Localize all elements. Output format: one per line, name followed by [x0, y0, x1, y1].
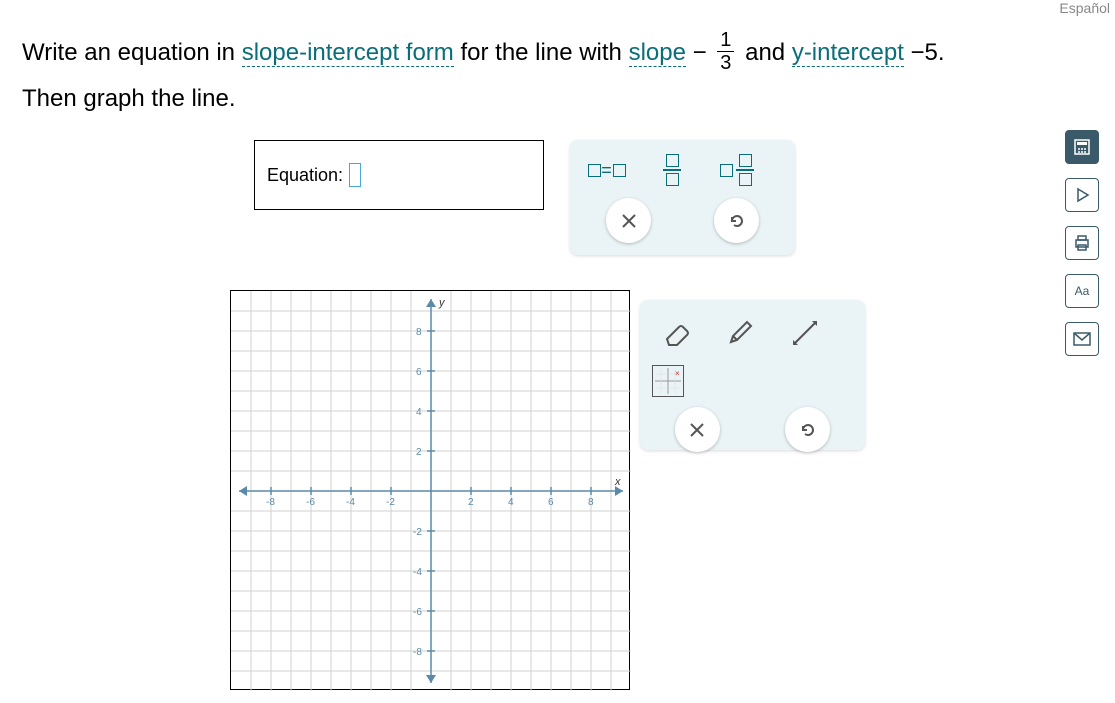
svg-text:4: 4 [508, 497, 514, 508]
graph-undo-button[interactable] [785, 407, 830, 452]
tool-fraction-template[interactable] [647, 150, 697, 190]
graph-toolbox: × [640, 300, 865, 450]
video-button[interactable] [1065, 178, 1099, 212]
pencil-icon [725, 318, 755, 348]
eraser-tool[interactable] [652, 310, 697, 355]
svg-text:-6: -6 [306, 497, 315, 508]
y-axis-label: y [438, 297, 446, 309]
equation-clear-button[interactable] [606, 198, 651, 243]
fraction-denominator: 3 [717, 52, 734, 74]
close-icon [688, 421, 706, 439]
svg-text:-2: -2 [413, 527, 422, 538]
equation-label: Equation: [267, 165, 343, 186]
grid-icon: × [653, 366, 683, 396]
question-text: Write an equation in slope-intercept for… [22, 30, 1055, 122]
q-minus: − [693, 39, 707, 66]
right-toolbar: Aa [1065, 130, 1105, 356]
x-axis-label: x [614, 476, 621, 488]
x-tick: -8 [266, 497, 275, 508]
q-part2: for the line with [460, 39, 628, 66]
calculator-icon [1073, 138, 1091, 156]
tool-equation-template[interactable]: = [582, 150, 632, 190]
calculator-button[interactable] [1065, 130, 1099, 164]
graph-svg: -8 -6 -4 -2 2 4 6 8 8 6 4 2 -2 -4 -6 -8 … [231, 291, 631, 691]
equation-input-box[interactable]: Equation: [254, 140, 544, 210]
term-y-intercept[interactable]: y-intercept [792, 39, 904, 67]
undo-icon [798, 420, 818, 440]
term-slope-intercept[interactable]: slope-intercept form [242, 39, 454, 67]
eraser-icon [659, 319, 691, 347]
close-icon [620, 212, 638, 230]
line-tool[interactable] [782, 310, 827, 355]
svg-text:4: 4 [416, 407, 422, 418]
svg-text:-4: -4 [346, 497, 355, 508]
svg-text:2: 2 [468, 497, 474, 508]
print-icon [1073, 234, 1091, 252]
play-icon [1074, 187, 1090, 203]
svg-text:-2: -2 [386, 497, 395, 508]
equation-undo-button[interactable] [714, 198, 759, 243]
coordinate-graph[interactable]: -8 -6 -4 -2 2 4 6 8 8 6 4 2 -2 -4 -6 -8 … [230, 290, 630, 690]
svg-text:6: 6 [416, 367, 422, 378]
pencil-tool[interactable] [717, 310, 762, 355]
language-label[interactable]: Español [1059, 0, 1110, 16]
print-button[interactable] [1065, 226, 1099, 260]
svg-text:6: 6 [548, 497, 554, 508]
svg-text:8: 8 [416, 327, 422, 338]
grid-reset-tool[interactable]: × [652, 365, 684, 397]
undo-icon [727, 211, 747, 231]
svg-text:8: 8 [588, 497, 594, 508]
q-and: and [745, 39, 792, 66]
q-part1: Write an equation in [22, 39, 242, 66]
svg-text:×: × [675, 369, 680, 378]
envelope-icon [1073, 332, 1091, 346]
svg-text:2: 2 [416, 447, 422, 458]
fraction-numerator: 1 [717, 29, 734, 52]
slope-fraction: 1 3 [717, 29, 734, 74]
text-size-button[interactable]: Aa [1065, 274, 1099, 308]
equation-cursor[interactable] [349, 163, 361, 187]
svg-text:-6: -6 [413, 607, 422, 618]
term-slope[interactable]: slope [629, 39, 686, 67]
equation-toolbox: = [570, 140, 795, 255]
svg-text:-8: -8 [413, 647, 422, 658]
q-suffix: −5. [911, 39, 945, 66]
message-button[interactable] [1065, 322, 1099, 356]
line-icon [790, 318, 820, 348]
tool-mixed-fraction-template[interactable] [712, 150, 762, 190]
q-line2: Then graph the line. [22, 85, 235, 112]
graph-clear-button[interactable] [675, 407, 720, 452]
svg-text:-4: -4 [413, 567, 422, 578]
text-icon: Aa [1075, 284, 1090, 298]
